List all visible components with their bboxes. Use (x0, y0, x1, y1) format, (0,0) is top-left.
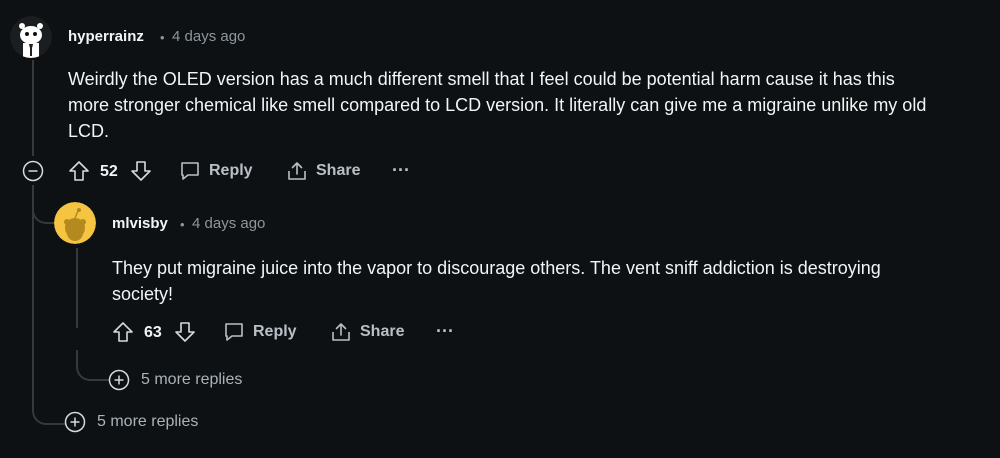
expand-replies-button[interactable] (64, 411, 86, 433)
comment-username[interactable]: hyperrainz (68, 28, 144, 45)
reply-label: Reply (209, 162, 253, 179)
vote-count: 63 (144, 324, 162, 341)
reply-label: Reply (253, 323, 297, 340)
reply-button[interactable]: Reply (179, 160, 253, 182)
vote-count: 52 (100, 163, 118, 180)
downvote-button[interactable] (130, 160, 152, 182)
comment-body: Weirdly the OLED version has a much diff… (68, 66, 988, 144)
thread-curve-reply (32, 198, 56, 224)
plus-circle-icon (108, 369, 130, 391)
meta-separator: • (180, 217, 185, 232)
comment-username[interactable]: mlvisby (112, 215, 168, 232)
thread-line-main (32, 60, 34, 156)
avatar-mlvisby[interactable] (54, 202, 96, 244)
comment-bubble-icon (181, 162, 199, 180)
more-options-button[interactable]: ··· (436, 321, 454, 342)
upvote-button[interactable] (112, 321, 134, 343)
share-label: Share (360, 323, 405, 340)
comment-body-line: society! (112, 284, 174, 304)
comment-body-line: LCD. (68, 121, 110, 141)
thread-line-child (76, 248, 78, 328)
comment-timestamp[interactable]: 4 days ago (172, 28, 245, 45)
snoo-avatar-icon (10, 16, 52, 58)
minus-circle-icon (22, 160, 44, 182)
reply-button[interactable]: Reply (223, 321, 297, 343)
snoo-avatar-icon (54, 202, 96, 244)
more-replies-link[interactable]: 5 more replies (141, 371, 242, 389)
more-options-icon: ··· (436, 321, 454, 341)
comment-body-line: They put migraine juice into the vapor t… (112, 258, 881, 278)
more-options-button[interactable]: ··· (392, 160, 410, 181)
expand-replies-button[interactable] (108, 369, 130, 391)
avatar-hyperrainz[interactable] (10, 16, 52, 58)
comment-timestamp[interactable]: 4 days ago (192, 215, 265, 232)
arrow-down-icon (131, 161, 151, 181)
collapse-thread-button[interactable] (22, 160, 44, 182)
comment-body-line: Weirdly the OLED version has a much diff… (68, 69, 895, 89)
more-replies-link[interactable]: 5 more replies (97, 413, 198, 431)
downvote-button[interactable] (174, 321, 196, 343)
thread-curve-more-replies-outer (32, 395, 66, 425)
thread-curve-more-replies-inner (76, 350, 110, 381)
comment-body: They put migraine juice into the vapor t… (112, 255, 982, 307)
upvote-button[interactable] (68, 160, 90, 182)
plus-circle-icon (64, 411, 86, 433)
share-icon (332, 323, 350, 341)
comment-bubble-icon (225, 323, 243, 341)
share-button[interactable]: Share (286, 160, 360, 182)
arrow-down-icon (175, 322, 195, 342)
arrow-up-icon (69, 161, 89, 181)
share-label: Share (316, 162, 361, 179)
arrow-up-icon (113, 322, 133, 342)
meta-separator: • (160, 30, 165, 45)
comment-body-line: more stronger chemical like smell compar… (68, 95, 927, 115)
more-options-icon: ··· (392, 160, 410, 180)
share-icon (288, 162, 306, 180)
share-button[interactable]: Share (330, 321, 404, 343)
